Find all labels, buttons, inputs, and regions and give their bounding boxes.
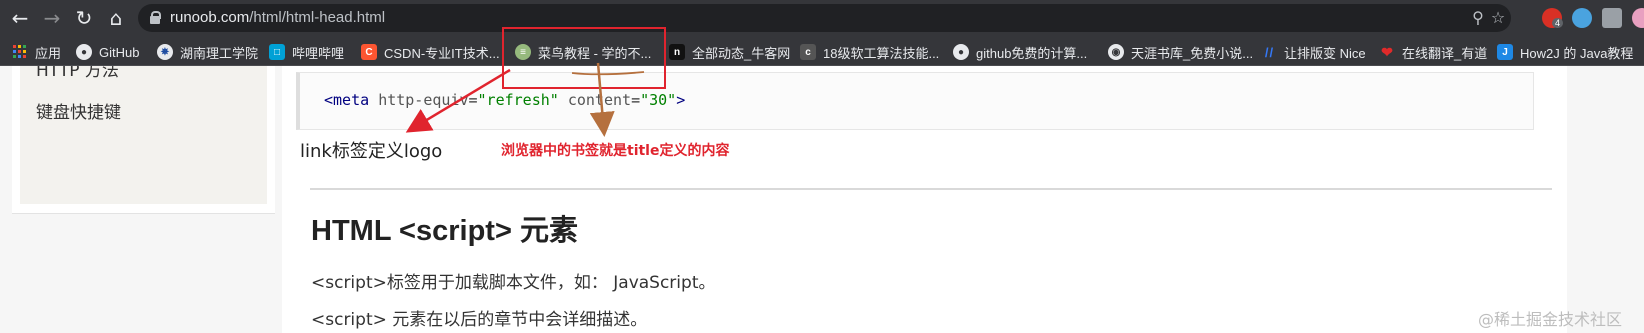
bookmark-tianya[interactable]: ◉ 天涯书库_免费小说... <box>1108 43 1253 61</box>
section-heading: HTML <script> 元素 <box>311 215 578 247</box>
bookmark-label: github免费的计算... <box>976 45 1088 61</box>
bookmark-algo[interactable]: c 18级软工算法技能... <box>800 43 939 61</box>
code-eq: = <box>468 91 478 109</box>
bookmarks-bar: 应用 ● GitHub ✵ 湖南理工学院 □ 哔哩哔哩 C CSDN-专业IT技… <box>0 36 1644 66</box>
bilibili-icon: □ <box>269 44 285 60</box>
bookmark-label: 在线翻译_有道 <box>1402 45 1488 61</box>
bookmark-csdn[interactable]: C CSDN-专业IT技术... <box>361 43 500 61</box>
bookmark-apps[interactable]: 应用 <box>12 43 61 61</box>
code-tag-open: <meta <box>324 91 370 109</box>
page-icon: c <box>800 44 816 60</box>
github-icon: ● <box>953 44 969 60</box>
youdao-icon: ❤ <box>1381 43 1393 60</box>
bookmark-label: 天涯书库_免费小说... <box>1131 45 1254 61</box>
lock-icon <box>150 11 161 24</box>
article-paragraph: <script> 元素在以后的章节中会详细描述。 <box>311 310 648 330</box>
bookmark-label: 哔哩哔哩 <box>292 45 345 61</box>
bookmark-youdao[interactable]: ❤ 在线翻译_有道 <box>1379 43 1487 61</box>
code-attr: content <box>567 91 632 109</box>
sidebar-item-keyboard-shortcuts[interactable]: 键盘快捷键 <box>36 98 121 123</box>
bookmark-mdnice[interactable]: / / 让排版变 Nice <box>1261 43 1366 61</box>
home-icon[interactable]: ⌂ <box>104 6 128 30</box>
section-divider <box>310 188 1552 190</box>
page-content: HTTP 方法 键盘快捷键 <meta http-equiv="refresh"… <box>0 66 1644 333</box>
mdnice-icon: / / <box>1264 44 1274 60</box>
how2j-icon: J <box>1497 44 1513 60</box>
article-paragraph: <script>标签用于加载脚本文件，如： JavaScript。 <box>311 273 716 293</box>
bookmark-label: GitHub <box>99 44 140 60</box>
url-text[interactable]: runoob.com/html/html-head.html <box>170 9 385 26</box>
url-host: runoob.com <box>170 9 250 26</box>
camera-icon[interactable] <box>1602 8 1622 28</box>
zoom-icon[interactable]: ⚲ <box>1468 8 1488 28</box>
extension-icon[interactable] <box>1572 8 1592 28</box>
nowcoder-icon: n <box>669 44 685 60</box>
star-icon[interactable]: ☆ <box>1488 8 1508 28</box>
watermark: @稀土掘金技术社区 <box>1478 310 1623 329</box>
code-string: "refresh" <box>477 91 559 109</box>
csdn-icon: C <box>361 44 377 60</box>
bookmark-label: 全部动态_牛客网 <box>692 45 791 61</box>
bookmark-label: 让排版变 Nice <box>1284 45 1366 61</box>
adblock-extension-icon[interactable]: 4 <box>1542 8 1564 28</box>
reload-icon[interactable]: ↻ <box>72 6 96 30</box>
annotation-title-note: 浏览器中的书签就是title定义的内容 <box>501 143 730 159</box>
code-eq: = <box>631 91 641 109</box>
code-example: <meta http-equiv="refresh" content="30"> <box>296 72 1534 130</box>
profile-icon[interactable] <box>1632 8 1644 28</box>
sidebar-item-http-methods[interactable]: HTTP 方法 <box>36 66 119 81</box>
bookmark-label: How2J 的 Java教程 <box>1520 45 1634 61</box>
code-line: <meta http-equiv="refresh" content="30"> <box>324 91 685 109</box>
code-tag-close: > <box>676 91 686 109</box>
sidebar-menu: HTTP 方法 键盘快捷键 <box>20 66 267 204</box>
adblock-badge: 4 <box>1552 18 1564 28</box>
bookmark-label: CSDN-专业IT技术... <box>384 45 500 61</box>
bookmark-bilibili[interactable]: □ 哔哩哔哩 <box>269 43 344 61</box>
bookmark-label: 湖南理工学院 <box>180 45 259 61</box>
back-icon[interactable]: ← <box>8 6 32 30</box>
browser-toolbar: ← → ↻ ⌂ runoob.com/html/html-head.html ⚲… <box>0 0 1644 36</box>
annotation-logo-note: link标签定义logo <box>300 141 443 162</box>
bookmark-hnist[interactable]: ✵ 湖南理工学院 <box>157 43 258 61</box>
github-icon: ● <box>76 44 92 60</box>
bookmark-github-free[interactable]: ● github免费的计算... <box>953 43 1087 61</box>
forward-icon[interactable]: → <box>40 6 64 30</box>
bookmark-label: 应用 <box>35 45 62 61</box>
code-attr: http-equiv <box>378 91 469 109</box>
url-path: /html/html-head.html <box>249 9 386 26</box>
address-bar[interactable]: runoob.com/html/html-head.html ⚲ ☆ <box>138 4 1511 32</box>
bookmark-how2j[interactable]: J How2J 的 Java教程 <box>1497 43 1633 61</box>
apps-icon <box>12 44 28 60</box>
sidebar: HTTP 方法 键盘快捷键 <box>12 66 275 214</box>
code-string: "30" <box>640 91 677 109</box>
globe-icon: ◉ <box>1108 44 1124 60</box>
annotation-highlight-box <box>502 27 666 89</box>
school-icon: ✵ <box>157 44 173 60</box>
bookmark-github[interactable]: ● GitHub <box>76 43 139 61</box>
bookmark-label: 18级软工算法技能... <box>823 45 940 61</box>
bookmark-nowcoder[interactable]: n 全部动态_牛客网 <box>669 43 790 61</box>
